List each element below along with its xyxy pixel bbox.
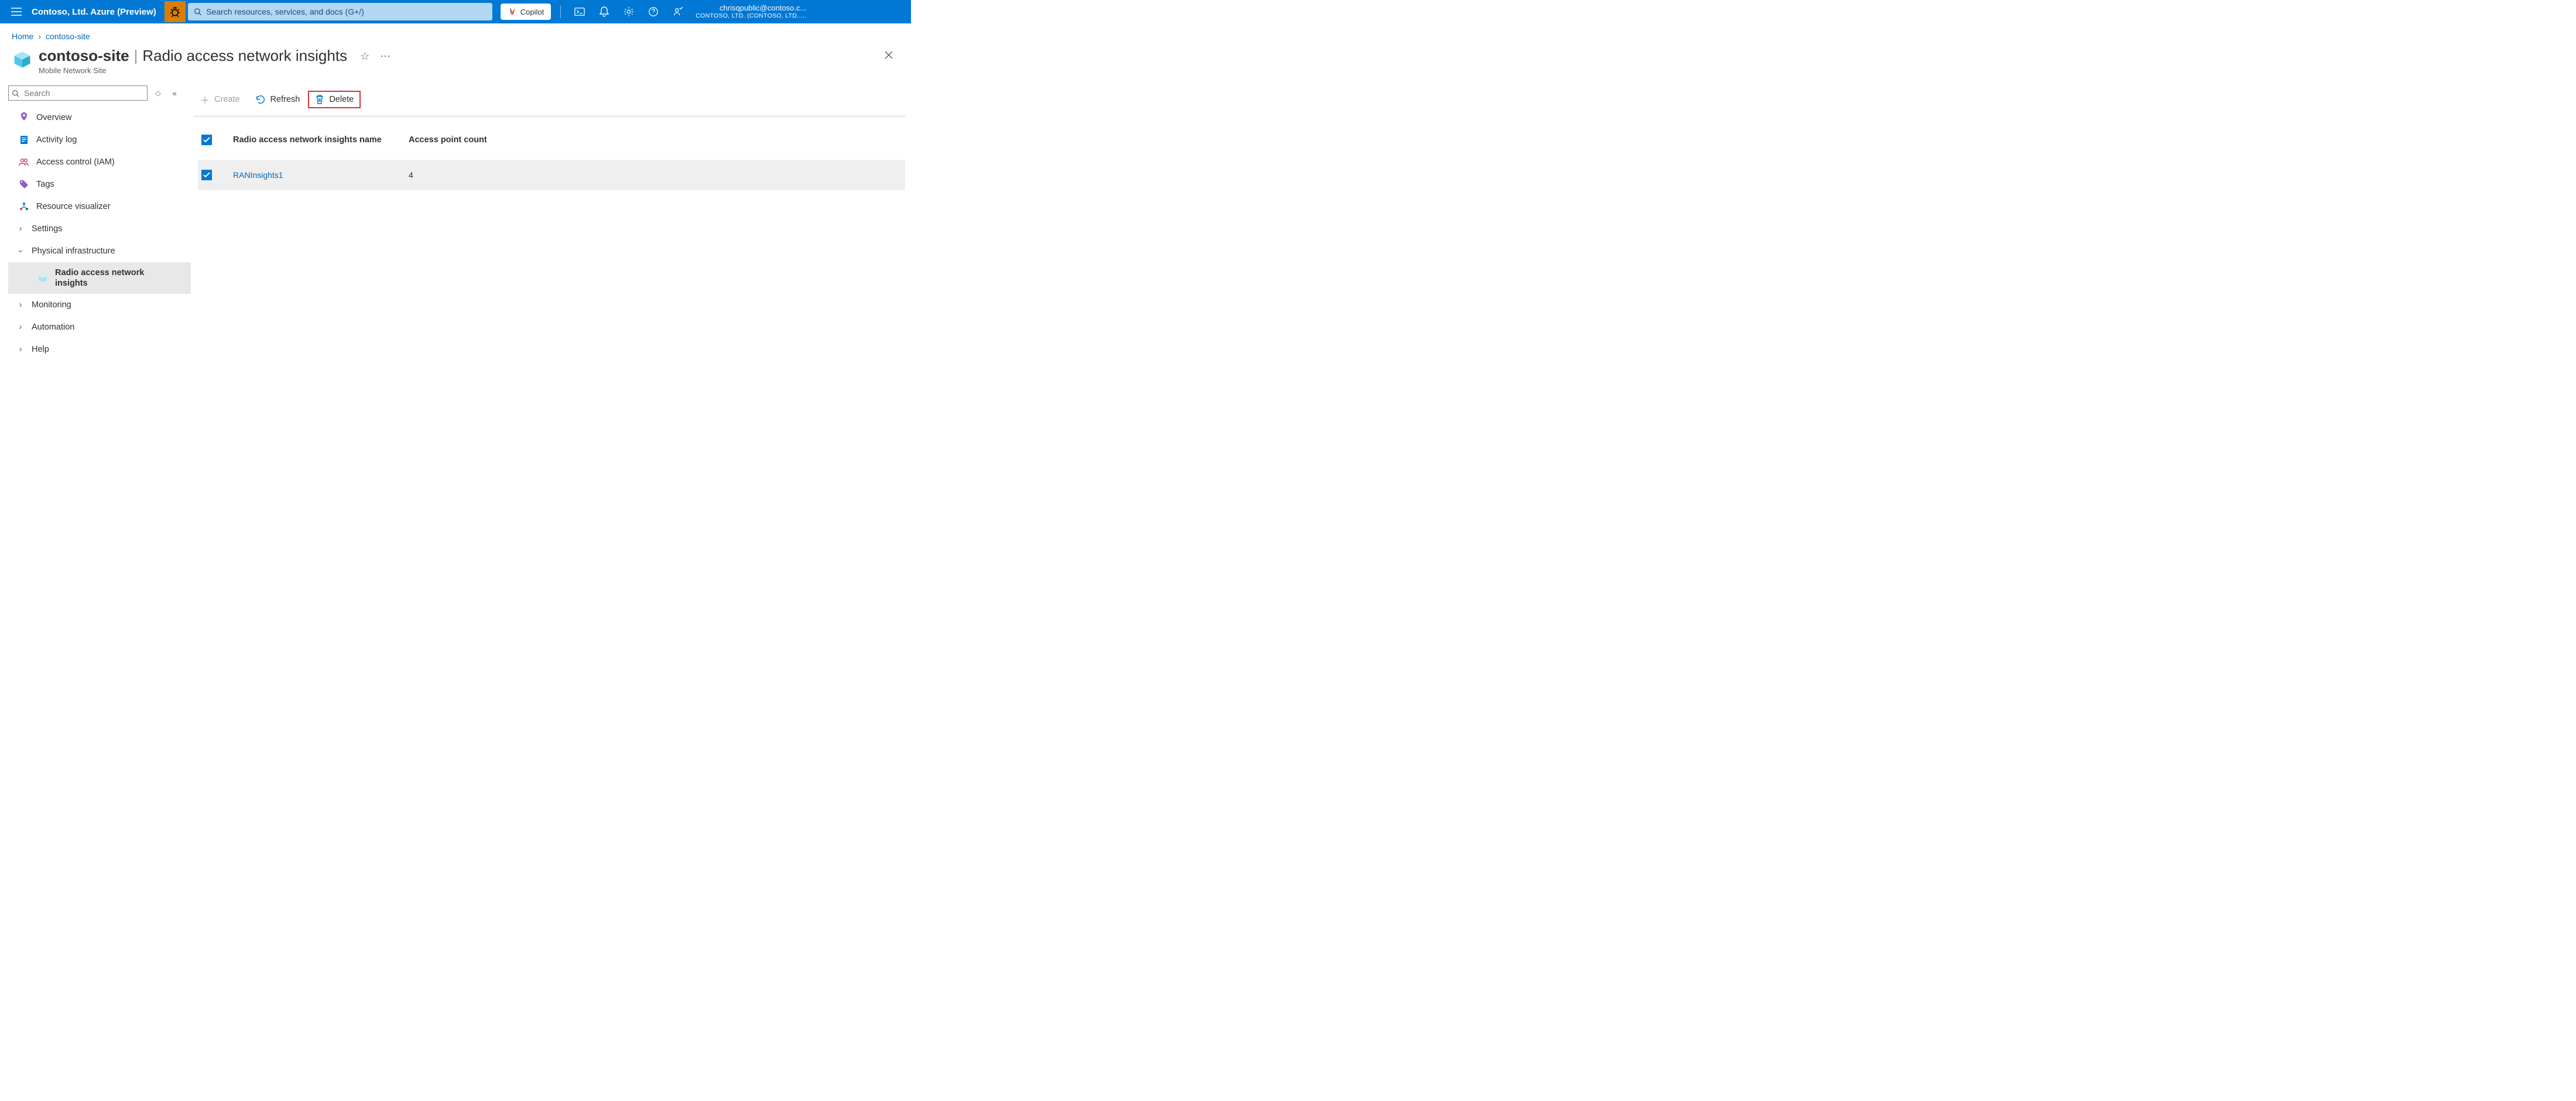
hamburger-menu-icon[interactable] xyxy=(5,8,28,16)
page-title: contoso-site | Radio access network insi… xyxy=(39,47,347,65)
search-icon xyxy=(12,90,19,97)
global-search-input[interactable] xyxy=(206,7,487,16)
notifications-icon[interactable] xyxy=(592,0,616,23)
cloud-shell-icon[interactable] xyxy=(568,0,591,23)
chevron-right-icon: › xyxy=(38,32,41,41)
content-pane: ＋ Create Refresh Delete Radi xyxy=(191,85,911,361)
sidebar-item-physical-infrastructure[interactable]: › Physical infrastructure xyxy=(8,240,191,262)
trash-icon xyxy=(315,94,324,105)
resource-type-icon xyxy=(12,49,33,70)
sidebar-item-settings[interactable]: › Settings xyxy=(8,218,191,240)
resource-type-label: Mobile Network Site xyxy=(39,66,347,75)
favorite-star-icon[interactable]: ☆ xyxy=(360,50,369,63)
insights-table: Radio access network insights name Acces… xyxy=(198,127,905,190)
account-info[interactable]: chrisqpublic@contoso.c... CONTOSO, LTD. … xyxy=(690,4,812,20)
command-bar: ＋ Create Refresh Delete xyxy=(193,85,905,116)
network-icon xyxy=(19,202,29,211)
log-icon xyxy=(19,135,29,145)
resource-sidebar: ◇ « Overview Activity log Access control… xyxy=(0,85,191,361)
settings-gear-icon[interactable] xyxy=(617,0,640,23)
breadcrumb-current[interactable]: contoso-site xyxy=(46,32,90,41)
sidebar-item-activity-log[interactable]: Activity log xyxy=(8,129,191,151)
sidebar-item-overview[interactable]: Overview xyxy=(8,107,191,129)
sidebar-item-ran-insights[interactable]: Radio access network insights xyxy=(8,262,191,294)
chevron-right-icon: › xyxy=(16,300,25,310)
divider xyxy=(560,5,561,18)
chevron-right-icon: › xyxy=(16,224,25,234)
account-email: chrisqpublic@contoso.c... xyxy=(720,4,806,13)
account-directory: CONTOSO, LTD. (CONTOSO, LTD..... xyxy=(696,12,806,19)
sidebar-item-automation[interactable]: › Automation xyxy=(8,316,191,338)
page-header: contoso-site | Radio access network insi… xyxy=(0,44,911,80)
copilot-button[interactable]: Copilot xyxy=(501,4,551,20)
tag-icon xyxy=(19,180,29,189)
insight-name-link[interactable]: RANInsights1 xyxy=(233,170,409,180)
column-header-count[interactable]: Access point count xyxy=(409,135,905,145)
top-bar: Contoso, Ltd. Azure (Preview) Copilot ch… xyxy=(0,0,911,23)
table-row[interactable]: RANInsights1 4 xyxy=(198,160,905,190)
sidebar-item-help[interactable]: › Help xyxy=(8,338,191,361)
sidebar-item-tags[interactable]: Tags xyxy=(8,173,191,195)
create-button: ＋ Create xyxy=(193,89,247,110)
close-blade-icon[interactable] xyxy=(878,47,899,63)
plus-icon: ＋ xyxy=(200,92,210,107)
global-search[interactable] xyxy=(188,3,492,20)
chevron-right-icon: › xyxy=(16,345,25,354)
sidebar-item-resource-visualizer[interactable]: Resource visualizer xyxy=(8,195,191,218)
portal-title[interactable]: Contoso, Ltd. Azure (Preview) xyxy=(28,7,165,17)
people-icon xyxy=(19,158,29,166)
breadcrumb-home[interactable]: Home xyxy=(12,32,33,41)
help-icon[interactable] xyxy=(642,0,665,23)
table-header-row: Radio access network insights name Acces… xyxy=(198,127,905,153)
sidebar-search-input[interactable] xyxy=(8,85,148,101)
collapse-sidebar-icon[interactable]: « xyxy=(172,88,177,98)
refresh-button[interactable]: Refresh xyxy=(248,91,307,108)
row-checkbox[interactable] xyxy=(201,170,212,180)
sidebar-item-monitoring[interactable]: › Monitoring xyxy=(8,294,191,316)
cube-icon xyxy=(37,273,48,283)
sidebar-item-access-control[interactable]: Access control (IAM) xyxy=(8,151,191,173)
select-all-checkbox[interactable] xyxy=(201,135,212,145)
feedback-icon[interactable] xyxy=(666,0,690,23)
preview-bug-icon[interactable] xyxy=(165,1,186,22)
access-point-count: 4 xyxy=(409,170,905,180)
more-actions-icon[interactable]: ⋯ xyxy=(380,50,390,63)
chevron-down-icon: › xyxy=(16,247,25,255)
delete-button[interactable]: Delete xyxy=(308,91,361,108)
refresh-icon xyxy=(255,94,266,105)
pin-icon xyxy=(19,112,29,123)
column-header-name[interactable]: Radio access network insights name xyxy=(233,135,409,145)
breadcrumb: Home › contoso-site xyxy=(0,23,911,44)
sort-icon[interactable]: ◇ xyxy=(151,89,165,97)
chevron-right-icon: › xyxy=(16,323,25,332)
